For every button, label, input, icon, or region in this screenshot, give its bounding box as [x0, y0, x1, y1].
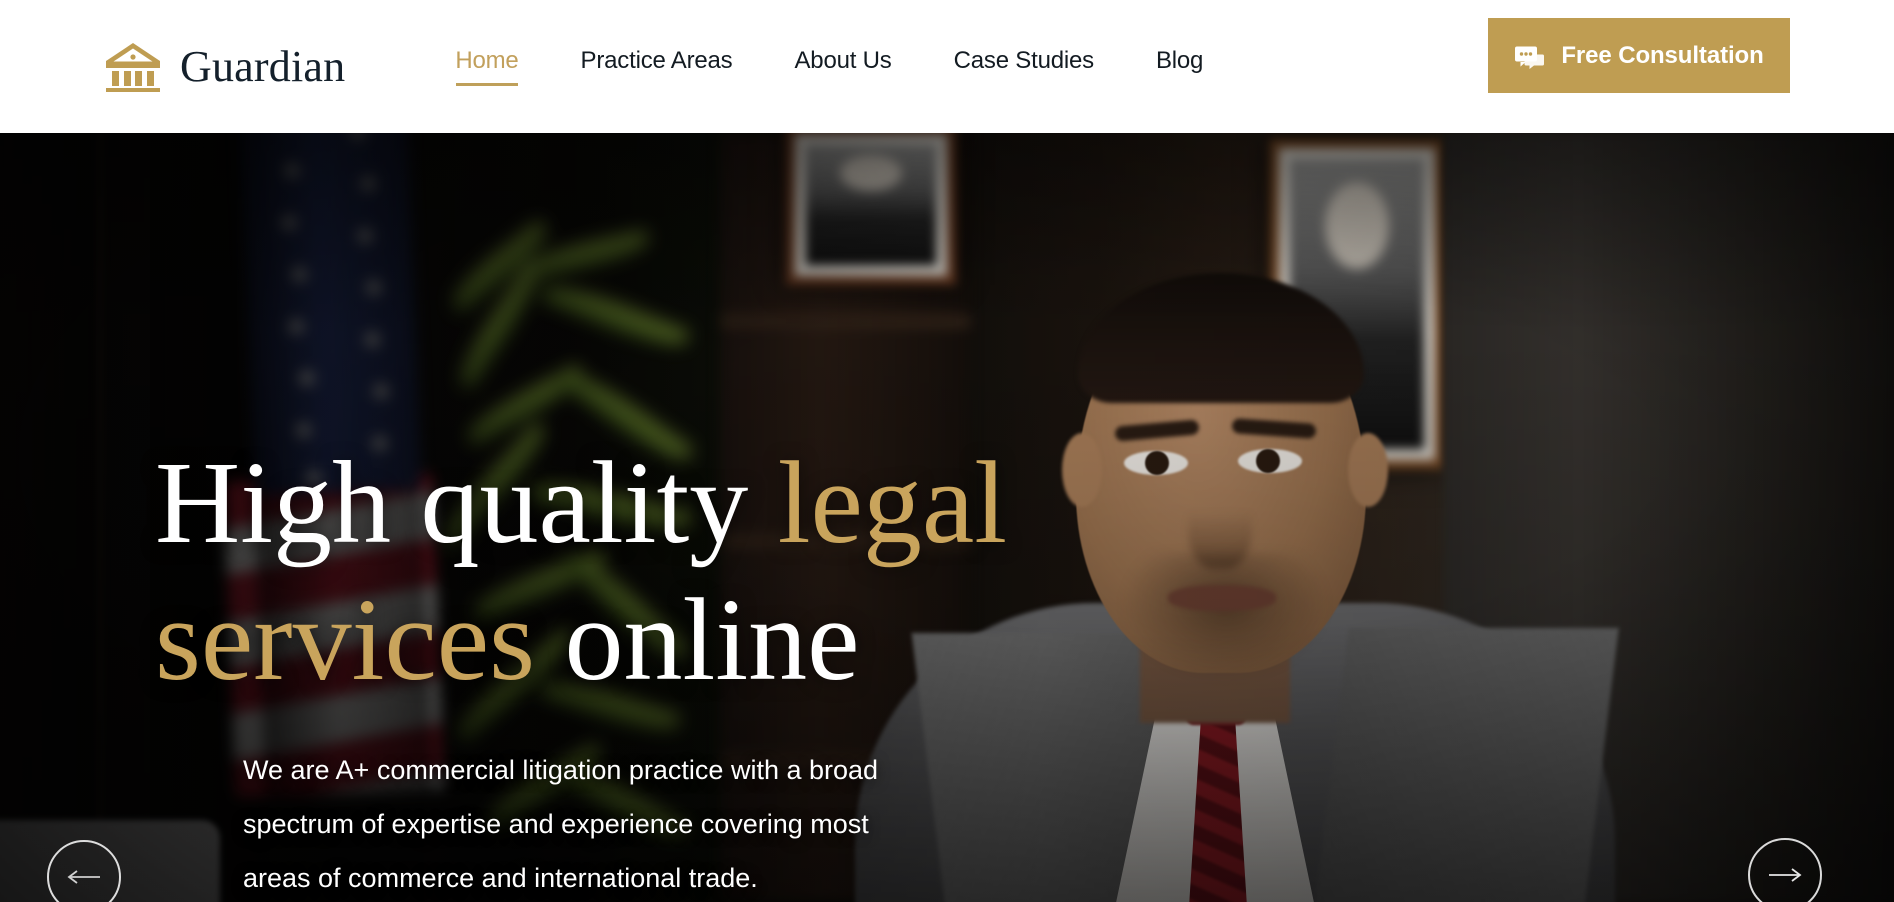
nav-item-practice-areas[interactable]: Practice Areas [581, 47, 733, 86]
chat-bubble-icon [1514, 45, 1545, 69]
hero-title-line2-white: online [535, 573, 860, 705]
hero-title-line1-white: High quality [155, 437, 778, 568]
nav-item-case-studies[interactable]: Case Studies [954, 47, 1095, 86]
hero-section: High quality legal services online We ar… [0, 133, 1894, 902]
hero-title-line2-gold: services [155, 573, 536, 705]
logo-text: Guardian [180, 41, 346, 91]
arrow-right-icon [1768, 867, 1802, 883]
hero-title-line1-gold: legal [777, 437, 1008, 568]
nav-item-home[interactable]: Home [455, 47, 519, 86]
carousel-next-button[interactable] [1748, 838, 1822, 902]
nav-item-blog[interactable]: Blog [1156, 47, 1203, 86]
logo[interactable]: Guardian [104, 41, 345, 93]
arrow-left-icon [67, 869, 101, 885]
free-consultation-label: Free Consultation [1561, 41, 1764, 69]
courthouse-icon [104, 41, 162, 93]
nav-item-about-us[interactable]: About Us [794, 47, 891, 86]
site-header: Guardian Home Practice Areas About Us Ca… [0, 0, 1894, 133]
hero-title-line-1: High quality legal [155, 435, 1155, 572]
hero-title-line-2: services online [155, 572, 1155, 709]
hero-description: We are A+ commercial litigation practice… [243, 754, 879, 893]
hero-title: High quality legal services online [155, 435, 1155, 709]
free-consultation-button[interactable]: Free Consultation [1488, 18, 1790, 93]
hero-content: High quality legal services online We ar… [155, 435, 1155, 902]
main-navigation: Home Practice Areas About Us Case Studie… [455, 47, 1203, 86]
